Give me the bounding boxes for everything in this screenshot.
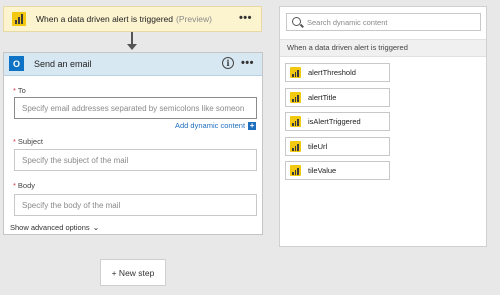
- to-label: * To: [13, 86, 26, 95]
- subject-input[interactable]: Specify the subject of the mail: [14, 149, 257, 171]
- add-dynamic-plus-icon: +: [248, 120, 257, 130]
- add-dynamic-content-link[interactable]: Add dynamic content +: [175, 120, 257, 130]
- to-input[interactable]: Specify email addresses separated by sem…: [14, 97, 257, 119]
- powerbi-icon: [12, 12, 26, 26]
- token-tile-url[interactable]: tileUrl: [285, 137, 390, 156]
- powerbi-icon: [290, 165, 301, 176]
- preview-badge: (Preview): [176, 14, 212, 24]
- action-title: Send an email: [34, 59, 92, 69]
- powerbi-icon: [290, 92, 301, 103]
- token-tile-value[interactable]: tileValue: [285, 161, 390, 180]
- trigger-title: When a data driven alert is triggered (Pr…: [36, 14, 212, 24]
- token-alert-threshold[interactable]: alertThreshold: [285, 63, 390, 82]
- connector-arrow-icon: [127, 44, 137, 50]
- search-placeholder: Search dynamic content: [307, 18, 388, 27]
- action-header[interactable]: O Send an email i •••: [4, 53, 262, 76]
- token-is-alert-triggered[interactable]: isAlertTriggered: [285, 112, 390, 131]
- search-icon: [292, 17, 301, 26]
- dynamic-content-panel: Search dynamic content When a data drive…: [279, 6, 487, 247]
- panel-section-header: When a data driven alert is triggered: [280, 39, 486, 57]
- trigger-menu-button[interactable]: •••: [239, 12, 252, 24]
- search-input[interactable]: Search dynamic content: [286, 13, 481, 31]
- outlook-icon: O: [9, 56, 24, 71]
- trigger-card[interactable]: When a data driven alert is triggered (Pr…: [3, 6, 262, 32]
- send-email-card: O Send an email i ••• * To Specify email …: [3, 52, 263, 235]
- panel-search-bar: Search dynamic content: [280, 7, 486, 33]
- subject-label: * Subject: [13, 137, 43, 146]
- powerbi-icon: [290, 116, 301, 127]
- body-input[interactable]: Specify the body of the mail: [14, 194, 257, 216]
- show-advanced-options-toggle[interactable]: Show advanced options ⌄: [10, 223, 99, 232]
- powerbi-icon: [290, 67, 301, 78]
- body-label: * Body: [13, 181, 36, 190]
- chevron-down-icon: ⌄: [92, 223, 100, 232]
- powerbi-icon: [290, 141, 301, 152]
- action-menu-button[interactable]: •••: [241, 57, 254, 69]
- token-alert-title[interactable]: alertTitle: [285, 88, 390, 107]
- info-icon[interactable]: i: [222, 57, 234, 69]
- new-step-button[interactable]: + New step: [100, 259, 166, 286]
